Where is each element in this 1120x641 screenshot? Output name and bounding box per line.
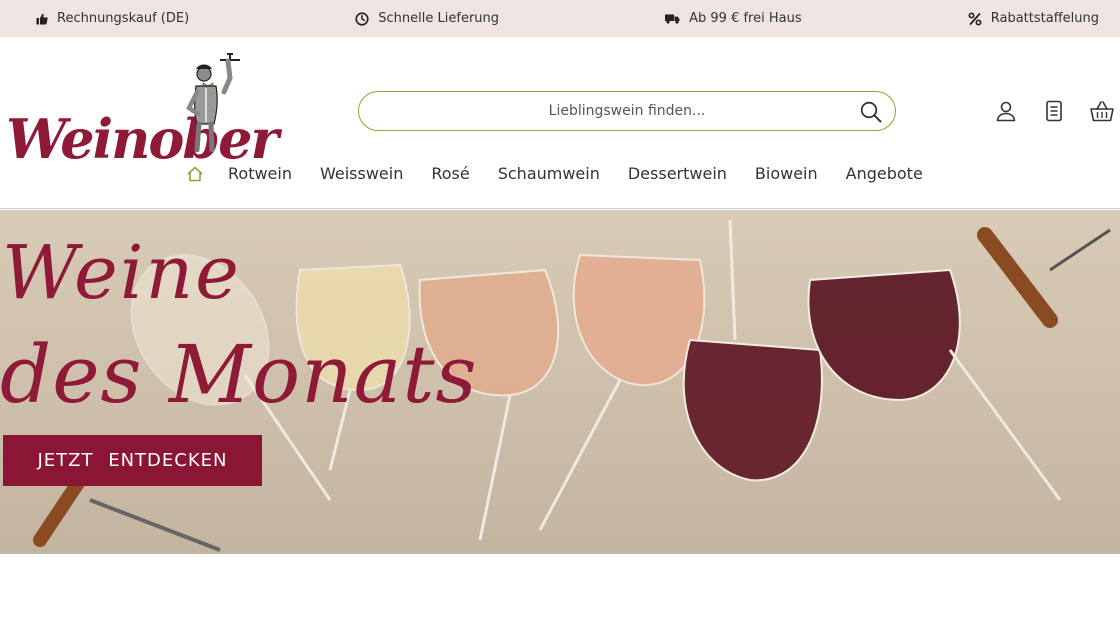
- usp-item-rechnungskauf: Rechnungskauf (DE): [36, 11, 189, 26]
- waiter-mascot-icon: [186, 53, 240, 152]
- clock-icon: [355, 11, 369, 26]
- notepad-icon: [1046, 100, 1062, 122]
- home-icon: [187, 166, 203, 181]
- nav-item-rose[interactable]: Rosé: [431, 164, 469, 183]
- site-header: Weinober Lieblingswein finden... Rotwein…: [0, 37, 1120, 209]
- wishlist-button[interactable]: [1042, 99, 1066, 123]
- usp-label: Schnelle Lieferung: [378, 11, 500, 26]
- nav-item-angebote[interactable]: Angebote: [846, 164, 923, 183]
- nav-item-schaumwein[interactable]: Schaumwein: [498, 164, 600, 183]
- nav-item-biowein[interactable]: Biowein: [755, 164, 818, 183]
- search-input[interactable]: [359, 92, 895, 130]
- nav-item-weisswein[interactable]: Weisswein: [320, 164, 403, 183]
- discover-now-button[interactable]: JETZT ENTDECKEN: [3, 435, 262, 486]
- usp-bar: Rechnungskauf (DE) Schnelle Lieferung Ab…: [0, 0, 1120, 37]
- usp-label: Rabattstaffelung: [990, 11, 1099, 26]
- main-navigation: Rotwein Weisswein Rosé Schaumwein Desser…: [186, 164, 923, 183]
- header-actions: [994, 99, 1114, 123]
- hero-headline-line2: des Monats: [0, 328, 478, 421]
- usp-item-versand: Ab 99 € frei Haus: [665, 11, 802, 26]
- search-box: [358, 91, 896, 131]
- cart-button[interactable]: [1090, 99, 1114, 123]
- nav-item-dessertwein[interactable]: Dessertwein: [628, 164, 727, 183]
- search-button[interactable]: [859, 100, 883, 124]
- hero-banner[interactable]: Weine des Monats JETZT ENTDECKEN: [0, 210, 1120, 554]
- usp-label: Rechnungskauf (DE): [57, 11, 190, 26]
- basket-icon: [1090, 101, 1114, 122]
- account-button[interactable]: [994, 99, 1018, 123]
- thumbs-up-icon: [36, 13, 48, 24]
- percent-icon: [968, 11, 982, 26]
- search-icon: [860, 101, 882, 123]
- user-icon: [996, 101, 1016, 122]
- hero-headline-line1: Weine: [2, 230, 241, 316]
- nav-item-rotwein[interactable]: Rotwein: [228, 164, 292, 183]
- nav-home[interactable]: [186, 166, 204, 182]
- usp-label: Ab 99 € frei Haus: [689, 11, 802, 26]
- usp-item-rabatt: Rabattstaffelung: [968, 11, 1099, 26]
- usp-item-lieferung: Schnelle Lieferung: [355, 11, 499, 26]
- truck-icon: [665, 14, 680, 24]
